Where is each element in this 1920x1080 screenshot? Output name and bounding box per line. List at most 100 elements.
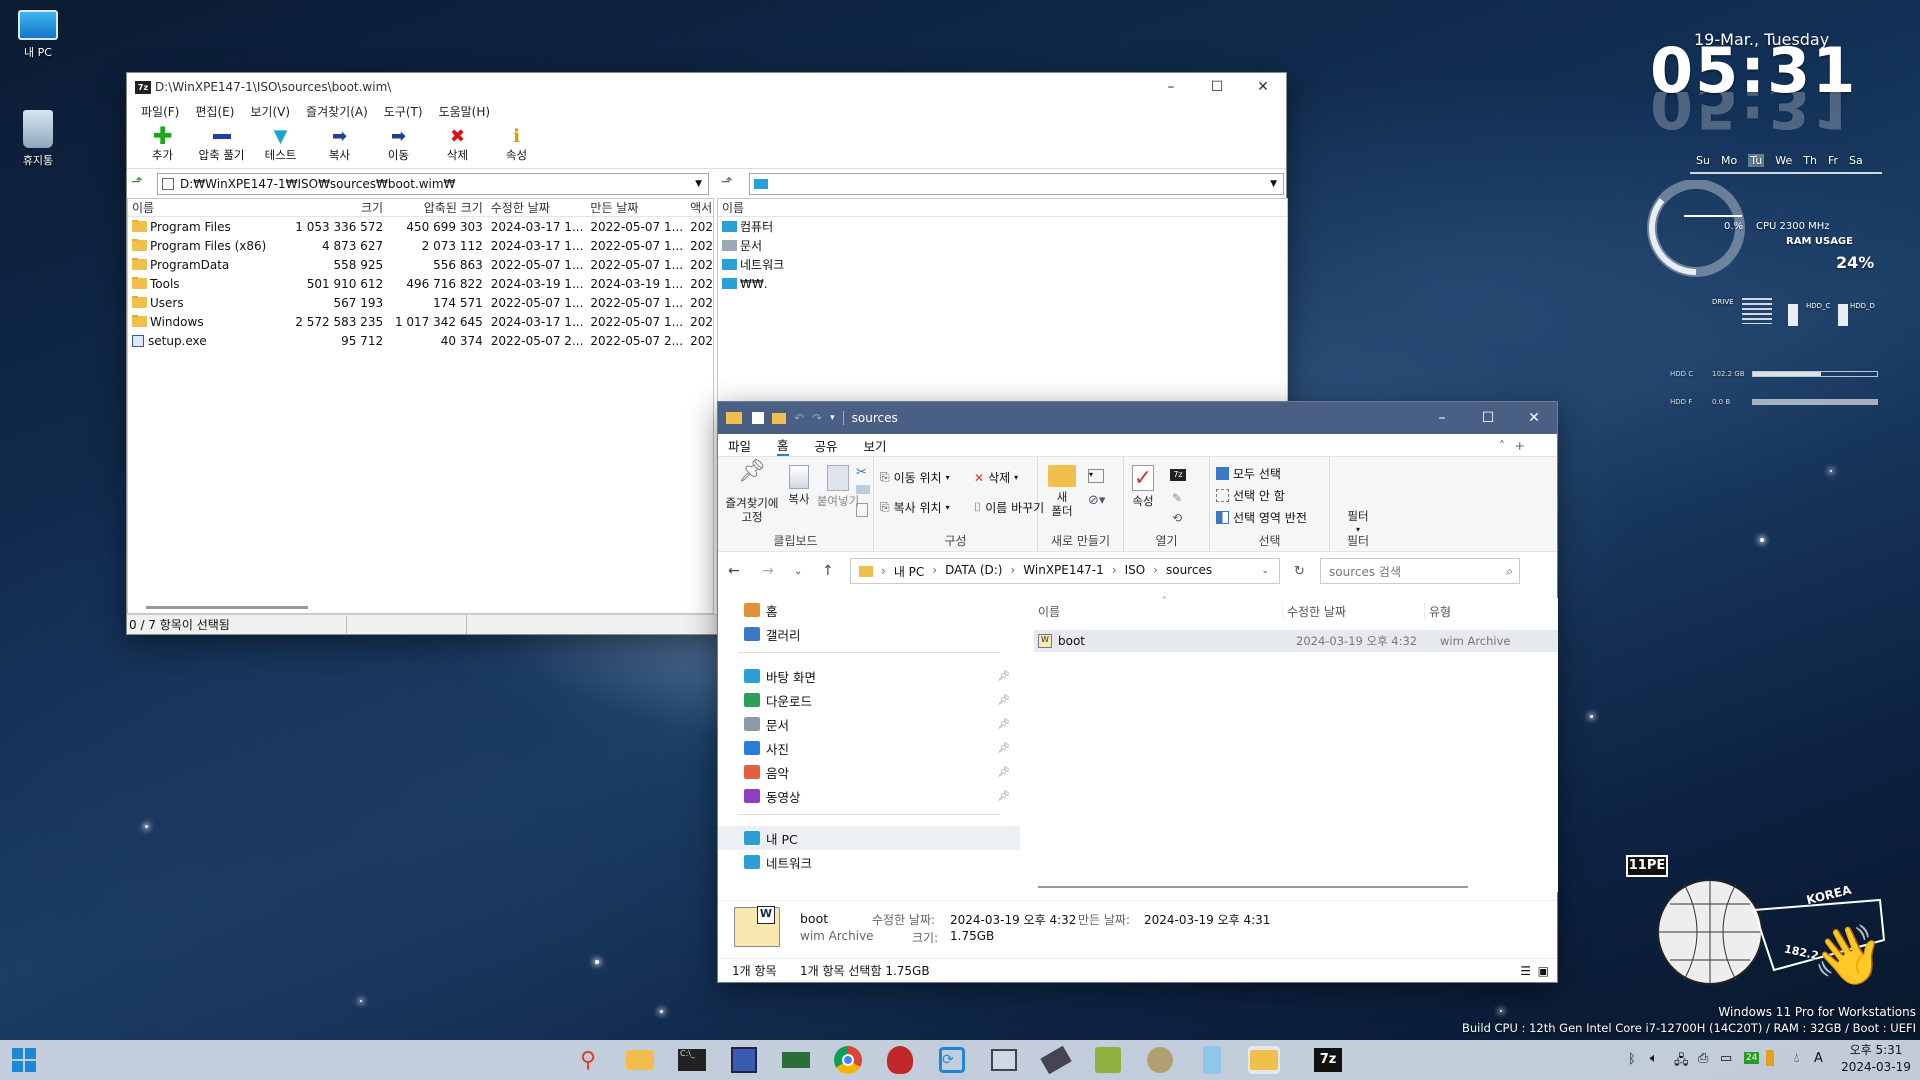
breadcrumb-item[interactable]: DATA (D:): [945, 563, 1002, 580]
battery-badge[interactable]: 24: [1744, 1052, 1760, 1064]
quick-properties-icon[interactable]: [752, 412, 764, 424]
breadcrumb-separator-icon[interactable]: ›: [1010, 563, 1015, 580]
breadcrumb-item[interactable]: sources: [1166, 563, 1212, 580]
pin-icon[interactable]: 📌︎: [997, 767, 1010, 778]
menu-view[interactable]: 보기(V): [242, 103, 298, 120]
menu-tools[interactable]: 도구(T): [376, 103, 431, 120]
tab-view[interactable]: 보기: [864, 436, 887, 455]
sevenzip-titlebar[interactable]: 7z D:\WinXPE147-1\ISO\sources\boot.wim\: [127, 73, 1286, 101]
open-7z-icon[interactable]: 7z: [1170, 469, 1186, 481]
horizontal-scrollbar[interactable]: [146, 606, 308, 609]
file-row[interactable]: Windows 2 572 583 235 1 017 342 645 2024-03…: [128, 312, 713, 331]
col-type[interactable]: 유형: [1424, 602, 1534, 620]
breadcrumb-separator-icon[interactable]: ›: [932, 563, 937, 580]
drive-item[interactable]: 문서: [718, 236, 1287, 255]
menu-favorites[interactable]: 즐겨찾기(A): [298, 103, 376, 120]
select-none-button[interactable]: 선택 안 함: [1216, 487, 1285, 504]
maximize-button[interactable]: ☐: [1465, 402, 1511, 434]
up-arrow-icon[interactable]: ↑: [822, 563, 834, 579]
volume-icon[interactable]: 🔈︎: [1650, 1051, 1658, 1066]
col-name[interactable]: 이름: [128, 199, 287, 216]
chevron-down-icon[interactable]: ⌄: [1261, 566, 1269, 576]
address-bar[interactable]: › 내 PC › DATA (D:) › WinXPE147-1 › ISO › sources…: [850, 558, 1280, 584]
breadcrumb-separator-icon[interactable]: ›: [1153, 563, 1158, 580]
extract-button[interactable]: 압축 풀기: [192, 121, 251, 168]
drive-item[interactable]: ₩₩.: [718, 274, 1287, 293]
nav-item[interactable]: 문서 📌︎: [718, 712, 1020, 736]
minimize-button[interactable]: –: [1148, 73, 1194, 101]
invert-selection-button[interactable]: 선택 영역 반전: [1216, 509, 1307, 526]
col-modified[interactable]: 수정한 날짜: [1282, 602, 1424, 620]
move-button[interactable]: ➡ 이동: [369, 121, 428, 168]
file-row-boot[interactable]: W boot 2024-03-19 오후 4:32 wim Archive: [1034, 630, 1558, 652]
copy-button[interactable]: 복사: [784, 465, 814, 506]
pin-icon[interactable]: 📌︎: [997, 671, 1010, 682]
tab-home[interactable]: 홈: [777, 435, 789, 456]
col-size[interactable]: 크기: [287, 199, 387, 216]
file-row[interactable]: setup.exe 95 712 40 374 2022-05-07 2... 2022…: [128, 331, 713, 350]
file-row[interactable]: Tools 501 910 612 496 716 822 2024-03-19 1.…: [128, 274, 713, 293]
pin-icon[interactable]: 📌︎: [997, 791, 1010, 802]
battery-icon[interactable]: [1766, 1050, 1774, 1066]
redo-icon[interactable]: ↷: [812, 411, 822, 425]
move-to-button[interactable]: ⎘ 이동 위치 ▾: [880, 469, 950, 486]
drive-tray-icon[interactable]: ▭: [1720, 1051, 1732, 1066]
network-icon[interactable]: 🖧: [1674, 1051, 1689, 1073]
file-row[interactable]: Program Files 1 053 336 572 450 699 303 202…: [128, 217, 713, 236]
breadcrumb-item[interactable]: 내 PC: [894, 563, 924, 580]
ribbon-collapse-icon[interactable]: ˄: [1499, 438, 1505, 453]
add-button[interactable]: ✚ 추가: [133, 121, 192, 168]
right-path-combo[interactable]: ▼: [749, 173, 1284, 195]
nav-item[interactable]: 네트워크: [718, 850, 1020, 874]
col-modified[interactable]: 수정한 날짜: [487, 199, 587, 216]
file-explorer-icon[interactable]: [624, 1046, 656, 1074]
up-folder-button-right[interactable]: ⬏: [721, 174, 741, 194]
col-name-right[interactable]: 이름: [718, 199, 918, 216]
close-button[interactable]: ✕: [1511, 402, 1557, 434]
nav-item[interactable]: 홈: [718, 598, 1020, 622]
details-view-icon[interactable]: ☰: [1520, 964, 1531, 978]
history-icon[interactable]: ⟲: [1172, 511, 1182, 525]
tab-file[interactable]: 파일: [728, 436, 751, 455]
undo-icon[interactable]: ↶: [794, 411, 804, 425]
terminal-icon[interactable]: C:\_: [676, 1046, 708, 1074]
breadcrumb-item[interactable]: ISO: [1125, 563, 1146, 580]
left-path-combo[interactable]: D:₩WinXPE147-1₩ISO₩sources₩boot.wim₩ ▼: [157, 173, 709, 195]
horizontal-scrollbar[interactable]: [1038, 886, 1468, 888]
select-all-button[interactable]: 모두 선택: [1216, 465, 1281, 482]
clock[interactable]: 오후 5:31 2024-03-19: [1836, 1042, 1916, 1076]
pin-icon[interactable]: 📌︎: [997, 719, 1010, 730]
forward-arrow-icon[interactable]: →: [762, 563, 774, 579]
pin-icon[interactable]: 📌︎: [997, 695, 1010, 706]
col-packed[interactable]: 압축된 크기: [387, 199, 487, 216]
info-button[interactable]: ℹ 속성: [487, 121, 546, 168]
col-name[interactable]: 이름: [1020, 603, 1282, 620]
start-button[interactable]: [8, 1046, 40, 1074]
help-icon[interactable]: +: [1515, 438, 1525, 453]
desktop-icon-this-pc[interactable]: 내 PC: [10, 10, 66, 60]
cut-icon[interactable]: ✂: [856, 465, 867, 480]
bluetooth-icon[interactable]: ᛒ: [1628, 1052, 1636, 1067]
search-input[interactable]: sources 검색 ⌕: [1320, 558, 1520, 584]
pin-quick-access-button[interactable]: 📌︎ 즐겨찾기에 고정: [722, 461, 782, 525]
nav-item[interactable]: 갤러리: [718, 622, 1020, 646]
menu-edit[interactable]: 편집(E): [187, 103, 242, 120]
up-folder-button[interactable]: ⬏: [131, 174, 151, 194]
refresh-icon[interactable]: ↻: [1294, 564, 1305, 579]
tab-share[interactable]: 공유: [815, 436, 838, 455]
recent-locations-icon[interactable]: ⌄: [794, 566, 802, 577]
remote-pc-icon[interactable]: [988, 1046, 1020, 1074]
disk-tool-icon[interactable]: [728, 1046, 760, 1074]
rename-button[interactable]: ⌷ 이름 바꾸기: [974, 499, 1044, 516]
customize-quick-access-icon[interactable]: ▾: [830, 413, 835, 423]
pin-icon[interactable]: 📌︎: [997, 743, 1010, 754]
properties-button[interactable]: ✓ 속성: [1128, 465, 1158, 508]
chrome-icon[interactable]: [832, 1046, 864, 1074]
close-button[interactable]: ✕: [1240, 73, 1286, 101]
minimize-button[interactable]: –: [1419, 402, 1465, 434]
copy-to-button[interactable]: ⎘ 복사 위치 ▾: [880, 499, 950, 516]
nav-item[interactable]: 내 PC: [718, 826, 1020, 850]
paste-shortcut-icon[interactable]: [856, 503, 868, 517]
maximize-button[interactable]: ☐: [1194, 73, 1240, 101]
menu-file[interactable]: 파일(F): [133, 103, 187, 120]
